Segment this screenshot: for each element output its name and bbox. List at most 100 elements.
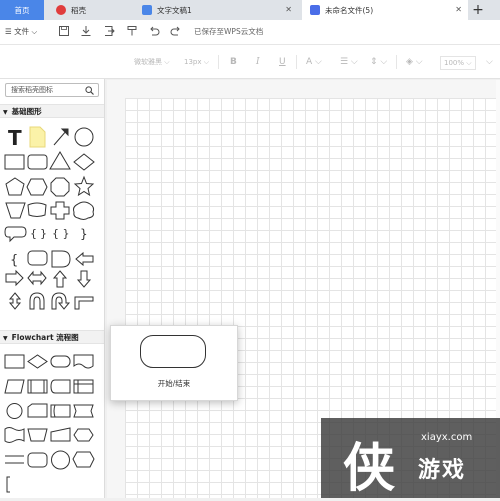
align-icon[interactable]: ☰ ⌵ bbox=[340, 56, 358, 68]
trapezoid-shape[interactable] bbox=[5, 202, 26, 219]
tab-home-label: 首页 bbox=[14, 5, 30, 15]
u-turn-arrow-shape[interactable] bbox=[51, 292, 71, 310]
collapse-icon: ▼ bbox=[3, 335, 8, 342]
section-flowchart-label: Flowchart 流程图 bbox=[11, 333, 79, 342]
chevron-down-icon: ⌵ bbox=[203, 58, 210, 66]
arrow-line-shape[interactable] bbox=[53, 128, 69, 146]
triangle-shape[interactable] bbox=[49, 151, 71, 170]
card-shape[interactable] bbox=[27, 403, 48, 418]
left-arrow-shape[interactable] bbox=[75, 251, 94, 267]
alternate-process-shape[interactable] bbox=[27, 452, 48, 468]
tab-bar: 首页 稻壳 文字文稿1 ✕ 未命名文件(5) ✕ + bbox=[0, 0, 500, 20]
document-shape[interactable] bbox=[73, 354, 94, 369]
right-arrow-shape[interactable] bbox=[5, 269, 24, 287]
decision-shape[interactable] bbox=[27, 354, 48, 369]
tab-home[interactable]: 首页 bbox=[0, 0, 44, 20]
shape-library-sidebar: 搜索稻壳图标 ▼ 基础图形 T {} {}} {▼ Flowchart … bbox=[0, 79, 105, 498]
data-shape[interactable] bbox=[4, 379, 25, 394]
right-brace-shape[interactable]: } bbox=[40, 227, 47, 240]
divider bbox=[218, 55, 219, 69]
preparation-shape[interactable] bbox=[73, 428, 94, 442]
save-status: 已保存至WPS云文档 bbox=[194, 27, 264, 36]
down-arrow-shape[interactable] bbox=[76, 270, 92, 288]
tall-brace-shape[interactable]: { bbox=[10, 253, 18, 268]
rounded-rectangle-shape[interactable] bbox=[27, 154, 48, 170]
chevron-down-icon[interactable]: ⌵ bbox=[486, 56, 493, 68]
basic-shapes-grid: T { } { } } { bbox=[0, 119, 104, 324]
rectangle-shape[interactable] bbox=[4, 154, 25, 170]
download-icon[interactable] bbox=[80, 25, 92, 37]
note-shape[interactable] bbox=[29, 126, 46, 148]
file-menu[interactable]: ☰ 文件 ⌵ bbox=[5, 25, 37, 39]
font-family-select[interactable]: 微软雅黑 ⌵ bbox=[134, 56, 170, 68]
annotation-shape[interactable] bbox=[6, 476, 10, 493]
process-shape[interactable] bbox=[4, 354, 25, 369]
star-shape[interactable] bbox=[73, 175, 95, 197]
search-placeholder: 搜索稻壳图标 bbox=[11, 86, 53, 94]
flowchart-shapes-grid bbox=[0, 349, 104, 498]
double-arrow-shape[interactable] bbox=[27, 270, 47, 286]
direct-data-shape[interactable] bbox=[50, 404, 71, 418]
section-flowchart[interactable]: ▼ Flowchart 流程图 bbox=[0, 330, 104, 344]
stored-data-shape[interactable] bbox=[50, 379, 71, 394]
flowchart-file-icon bbox=[310, 5, 320, 15]
text-shape[interactable]: T bbox=[8, 126, 22, 150]
save-icon[interactable] bbox=[58, 25, 70, 37]
hexagon-shape[interactable] bbox=[26, 178, 48, 196]
banner-shape[interactable] bbox=[27, 202, 47, 217]
manual-input-shape[interactable] bbox=[50, 427, 71, 442]
tab-word-doc[interactable]: 文字文稿1 ✕ bbox=[134, 0, 298, 20]
parallel-shape[interactable] bbox=[5, 455, 24, 464]
close-icon[interactable]: ✕ bbox=[455, 5, 462, 15]
search-icon[interactable] bbox=[85, 86, 94, 95]
italic-icon[interactable]: I bbox=[256, 56, 260, 68]
close-icon[interactable]: ✕ bbox=[285, 5, 292, 15]
manual-operation-shape[interactable] bbox=[27, 428, 48, 442]
tab-word-doc-label: 文字文稿1 bbox=[157, 5, 192, 15]
u-turn-shape[interactable] bbox=[29, 292, 45, 310]
redo-icon[interactable] bbox=[170, 25, 182, 37]
line-spacing-icon[interactable]: ⇕ ⌵ bbox=[370, 56, 387, 68]
divider bbox=[396, 55, 397, 69]
font-size-select[interactable]: 13px ⌵ bbox=[184, 56, 209, 68]
delay-shape[interactable] bbox=[51, 250, 71, 268]
vertical-double-arrow-shape[interactable] bbox=[8, 292, 22, 310]
watermark-name: 游戏 bbox=[418, 458, 467, 483]
circle-shape[interactable] bbox=[74, 127, 94, 147]
zoom-select[interactable]: 100% ⌵ bbox=[440, 56, 476, 70]
cross-shape[interactable] bbox=[50, 201, 70, 220]
section-basic-shapes[interactable]: ▼ 基础图形 bbox=[0, 104, 104, 118]
tape-shape[interactable] bbox=[4, 427, 25, 443]
up-arrow-shape[interactable] bbox=[52, 270, 68, 288]
brace-shape[interactable]: } bbox=[80, 227, 88, 241]
bold-icon[interactable]: B bbox=[230, 56, 237, 68]
format-painter-icon[interactable] bbox=[126, 25, 138, 37]
internal-storage-shape[interactable] bbox=[73, 379, 94, 394]
bracket-pair-shape[interactable]: { } bbox=[52, 227, 70, 240]
fill-color-icon[interactable]: ◈ ⌵ bbox=[406, 56, 423, 68]
tab-flowchart-file[interactable]: 未命名文件(5) ✕ bbox=[302, 0, 468, 20]
shape-preview-caption: 开始/结束 bbox=[157, 379, 191, 388]
left-brace-shape[interactable]: { bbox=[30, 227, 37, 240]
new-tab-button[interactable]: + bbox=[470, 2, 486, 18]
tab-docer[interactable]: 稻壳 bbox=[48, 0, 122, 20]
cloud-shape[interactable] bbox=[73, 201, 95, 220]
terminator-shape[interactable] bbox=[50, 355, 71, 368]
hexagon-flow-shape[interactable] bbox=[72, 451, 95, 468]
octagon-shape[interactable] bbox=[50, 177, 70, 197]
diamond-shape[interactable] bbox=[73, 153, 95, 171]
font-color-icon[interactable]: A ⌵ bbox=[306, 56, 322, 68]
watermark-logo: 侠 bbox=[343, 438, 396, 499]
off-page-connector-shape[interactable] bbox=[51, 450, 70, 470]
rounded-square-shape[interactable] bbox=[27, 250, 48, 266]
callout-shape[interactable] bbox=[4, 226, 27, 243]
undo-icon[interactable] bbox=[148, 25, 160, 37]
connector-shape[interactable] bbox=[6, 403, 23, 419]
corner-shape[interactable] bbox=[74, 296, 94, 310]
underline-icon[interactable]: U bbox=[279, 56, 286, 68]
predefined-process-shape[interactable] bbox=[27, 379, 48, 394]
display-shape[interactable] bbox=[73, 404, 94, 418]
pentagon-shape[interactable] bbox=[5, 177, 25, 196]
export-icon[interactable] bbox=[103, 25, 115, 37]
shape-search-input[interactable]: 搜索稻壳图标 bbox=[5, 83, 99, 97]
